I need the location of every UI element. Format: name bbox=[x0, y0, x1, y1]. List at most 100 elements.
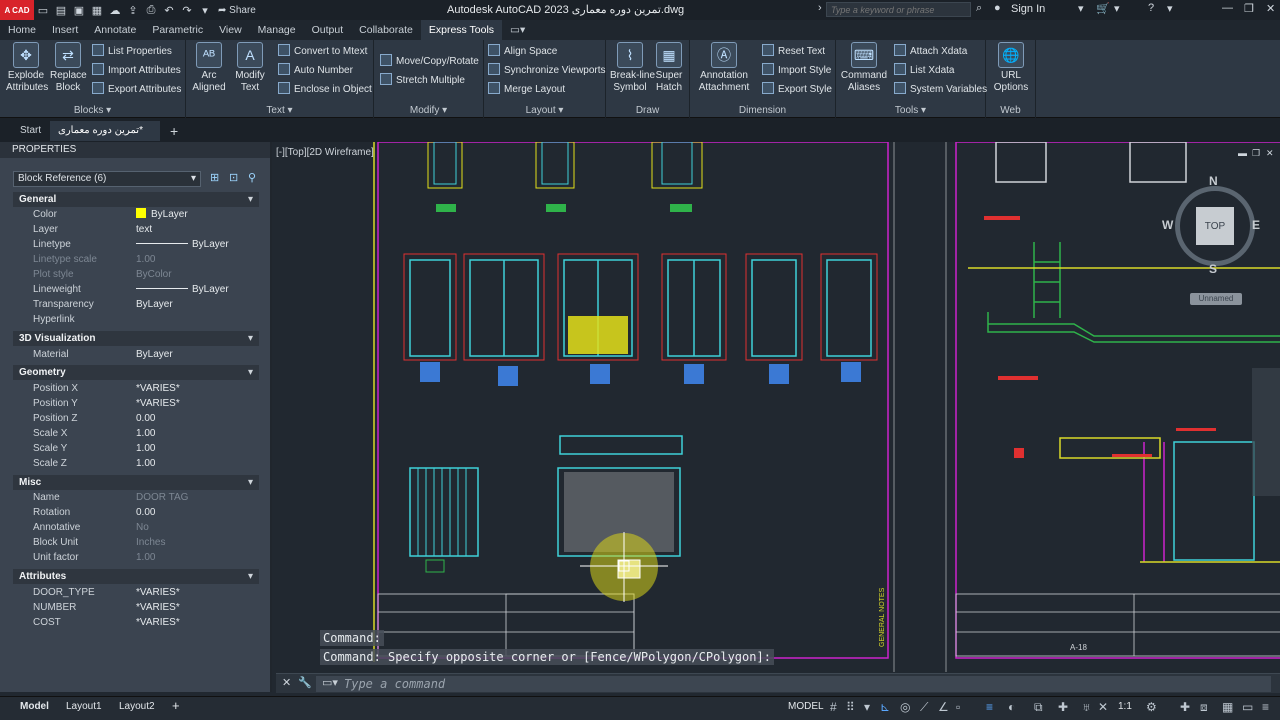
cart-icon[interactable]: 🛒 bbox=[1096, 2, 1110, 15]
system-variables-button[interactable]: System Variables bbox=[894, 82, 987, 98]
search-arrow-icon[interactable]: › bbox=[818, 2, 822, 14]
tab-manage[interactable]: Manage bbox=[250, 20, 304, 40]
open-folder-icon[interactable]: ▤ bbox=[52, 0, 70, 20]
import-attributes-button[interactable]: Import Attributes bbox=[92, 63, 181, 79]
undo-icon[interactable]: ↶ bbox=[160, 0, 178, 20]
prop-row-scale-x[interactable]: Scale X 1.00 bbox=[13, 426, 259, 441]
layout-tab-model[interactable]: Model bbox=[20, 701, 49, 712]
customize-wrench-icon[interactable]: 🔧 bbox=[298, 676, 312, 689]
prop-row-lineweight[interactable]: Lineweight ByLayer bbox=[13, 282, 259, 297]
merge-layout-button[interactable]: Merge Layout bbox=[488, 82, 565, 98]
prop-row-position-z[interactable]: Position Z 0.00 bbox=[13, 411, 259, 426]
object-snap-icon[interactable]: ▫ bbox=[956, 700, 960, 714]
enclose-in-object-button[interactable]: Enclose in Object bbox=[278, 82, 372, 98]
object-snap-tracking-icon[interactable]: ∠ bbox=[938, 700, 949, 714]
hardware-acceleration-icon[interactable]: ▦ bbox=[1222, 700, 1233, 714]
add-layout-icon[interactable]: + bbox=[172, 698, 180, 713]
layout-panel-title[interactable]: Layout ▾ bbox=[484, 105, 605, 116]
export-style-button[interactable]: Export Style bbox=[762, 82, 832, 98]
stretch-multiple-button[interactable]: Stretch Multiple bbox=[380, 73, 465, 89]
print-icon[interactable]: ⎙ bbox=[142, 0, 160, 20]
help-search-input[interactable] bbox=[826, 2, 971, 17]
tab-express-tools[interactable]: Express Tools bbox=[420, 20, 503, 40]
explode-attributes-button[interactable]: ✥ Explode Attributes bbox=[6, 42, 48, 94]
compass-south[interactable]: S bbox=[1209, 262, 1217, 276]
prop-row-number[interactable]: NUMBER *VARIES* bbox=[13, 600, 259, 615]
close-command-line-icon[interactable]: ✕ bbox=[282, 676, 291, 689]
help-dropdown-icon[interactable]: ▾ bbox=[1167, 2, 1173, 15]
prop-row-scale-y[interactable]: Scale Y 1.00 bbox=[13, 441, 259, 456]
annotation-visibility-icon[interactable]: ♅ bbox=[1082, 700, 1091, 714]
share-button[interactable]: ➦ Share bbox=[218, 5, 256, 16]
new-file-icon[interactable]: ▭ bbox=[34, 0, 52, 20]
replace-block-button[interactable]: ⇄ Replace Block bbox=[50, 42, 87, 94]
prop-row-block-unit[interactable]: Block Unit Inches bbox=[13, 535, 259, 550]
prop-row-scale-z[interactable]: Scale Z 1.00 bbox=[13, 456, 259, 471]
command-input[interactable] bbox=[316, 676, 1271, 692]
grid-icon[interactable]: # bbox=[830, 700, 837, 714]
prop-row-hyperlink[interactable]: Hyperlink bbox=[13, 312, 259, 327]
super-hatch-button[interactable]: ▦ Super Hatch bbox=[652, 42, 686, 94]
exchange-dropdown-icon[interactable]: ▾ bbox=[1114, 2, 1120, 15]
tab-home[interactable]: Home bbox=[0, 20, 44, 40]
prop-row-name[interactable]: Name DOOR TAG bbox=[13, 490, 259, 505]
list-properties-button[interactable]: List Properties bbox=[92, 44, 172, 60]
drawing-tab[interactable]: تمرین دوره معماری* ✕ bbox=[50, 121, 160, 156]
annotation-scale-icon[interactable]: ✕ bbox=[1098, 700, 1108, 714]
arc-aligned-button[interactable]: ᴬᴮ Arc Aligned bbox=[190, 42, 228, 94]
prop-row-cost[interactable]: COST *VARIES* bbox=[13, 615, 259, 630]
compass-north[interactable]: N bbox=[1209, 174, 1218, 188]
list-xdata-button[interactable]: List Xdata bbox=[894, 63, 954, 79]
command-aliases-button[interactable]: ⌨ Command Aliases bbox=[840, 42, 888, 94]
align-space-button[interactable]: Align Space bbox=[488, 44, 557, 60]
workspace-gear-icon[interactable]: ⚙ bbox=[1146, 700, 1157, 714]
redo-icon[interactable]: ↷ bbox=[178, 0, 196, 20]
isolate-objects-icon[interactable]: ⧈ bbox=[1200, 700, 1208, 715]
layout-tab-layout1[interactable]: Layout1 bbox=[66, 701, 102, 712]
annotation-scale-value[interactable]: 1:1 bbox=[1118, 701, 1132, 712]
prop-row-material[interactable]: Material ByLayer bbox=[13, 347, 259, 362]
prop-row-color[interactable]: Color ByLayer bbox=[13, 207, 259, 222]
tab-collaborate[interactable]: Collaborate bbox=[351, 20, 421, 40]
tab-insert[interactable]: Insert bbox=[44, 20, 86, 40]
auto-number-button[interactable]: Auto Number bbox=[278, 63, 353, 79]
model-space-button[interactable]: MODEL bbox=[788, 701, 824, 712]
blocks-panel-title[interactable]: Blocks ▾ bbox=[0, 105, 185, 116]
prop-row-plot-style[interactable]: Plot style ByColor bbox=[13, 267, 259, 282]
reset-text-button[interactable]: Reset Text bbox=[762, 44, 825, 60]
snap-mode-icon[interactable]: ⠿ bbox=[846, 700, 855, 714]
viewport-close-icon[interactable]: ✕ bbox=[1266, 148, 1274, 159]
cloud-open-icon[interactable]: ☁ bbox=[106, 0, 124, 20]
add-scale-icon[interactable]: ✚ bbox=[1180, 700, 1190, 714]
quick-access-dropdown-icon[interactable]: ▾ bbox=[196, 0, 214, 20]
drawing-canvas[interactable]: GENERAL NOTES A-18 bbox=[274, 142, 1280, 672]
text-panel-title[interactable]: Text ▾ bbox=[186, 105, 373, 116]
viewport-restore-icon[interactable]: ❐ bbox=[1252, 148, 1260, 159]
sign-in-dropdown-icon[interactable]: ▾ bbox=[1078, 2, 1084, 15]
ribbon-minimize-icon[interactable]: ▭▾ bbox=[502, 20, 533, 40]
prop-row-unit-factor[interactable]: Unit factor 1.00 bbox=[13, 550, 259, 565]
viewport-controls-label[interactable]: [-][Top][2D Wireframe] bbox=[276, 147, 374, 158]
annotation-monitor-icon[interactable]: ✚ bbox=[1058, 700, 1068, 714]
move-copy-rotate-button[interactable]: Move/Copy/Rotate bbox=[380, 54, 479, 70]
attach-xdata-button[interactable]: Attach Xdata bbox=[894, 44, 967, 60]
viewport-minimize-icon[interactable]: ▬ bbox=[1238, 148, 1247, 158]
section-misc[interactable]: Misc ▾ bbox=[13, 475, 259, 490]
modify-text-button[interactable]: A Modify Text bbox=[232, 42, 268, 94]
maximize-icon[interactable]: ❐ bbox=[1244, 2, 1254, 15]
tab-parametric[interactable]: Parametric bbox=[144, 20, 211, 40]
prop-row-position-y[interactable]: Position Y *VARIES* bbox=[13, 396, 259, 411]
prop-row-position-x[interactable]: Position X *VARIES* bbox=[13, 381, 259, 396]
sign-in-button[interactable]: Sign In bbox=[1011, 3, 1045, 15]
layout-tab-layout2[interactable]: Layout2 bbox=[119, 701, 155, 712]
modify-panel-title[interactable]: Modify ▾ bbox=[374, 105, 483, 116]
viewcube-top-face[interactable]: TOP bbox=[1196, 207, 1234, 245]
transparency-icon[interactable]: ◐ bbox=[1008, 700, 1015, 714]
cloud-save-icon[interactable]: ⇪ bbox=[124, 0, 142, 20]
ortho-icon[interactable]: ⊾ bbox=[880, 700, 890, 714]
isodraft-icon[interactable]: ⟋ bbox=[920, 700, 928, 715]
toggle-pickadd-icon[interactable]: ⊞ bbox=[210, 171, 219, 184]
tools-panel-title[interactable]: Tools ▾ bbox=[836, 105, 985, 116]
prop-row-layer[interactable]: Layer text bbox=[13, 222, 259, 237]
autocad-logo[interactable]: A CAD bbox=[0, 0, 34, 20]
